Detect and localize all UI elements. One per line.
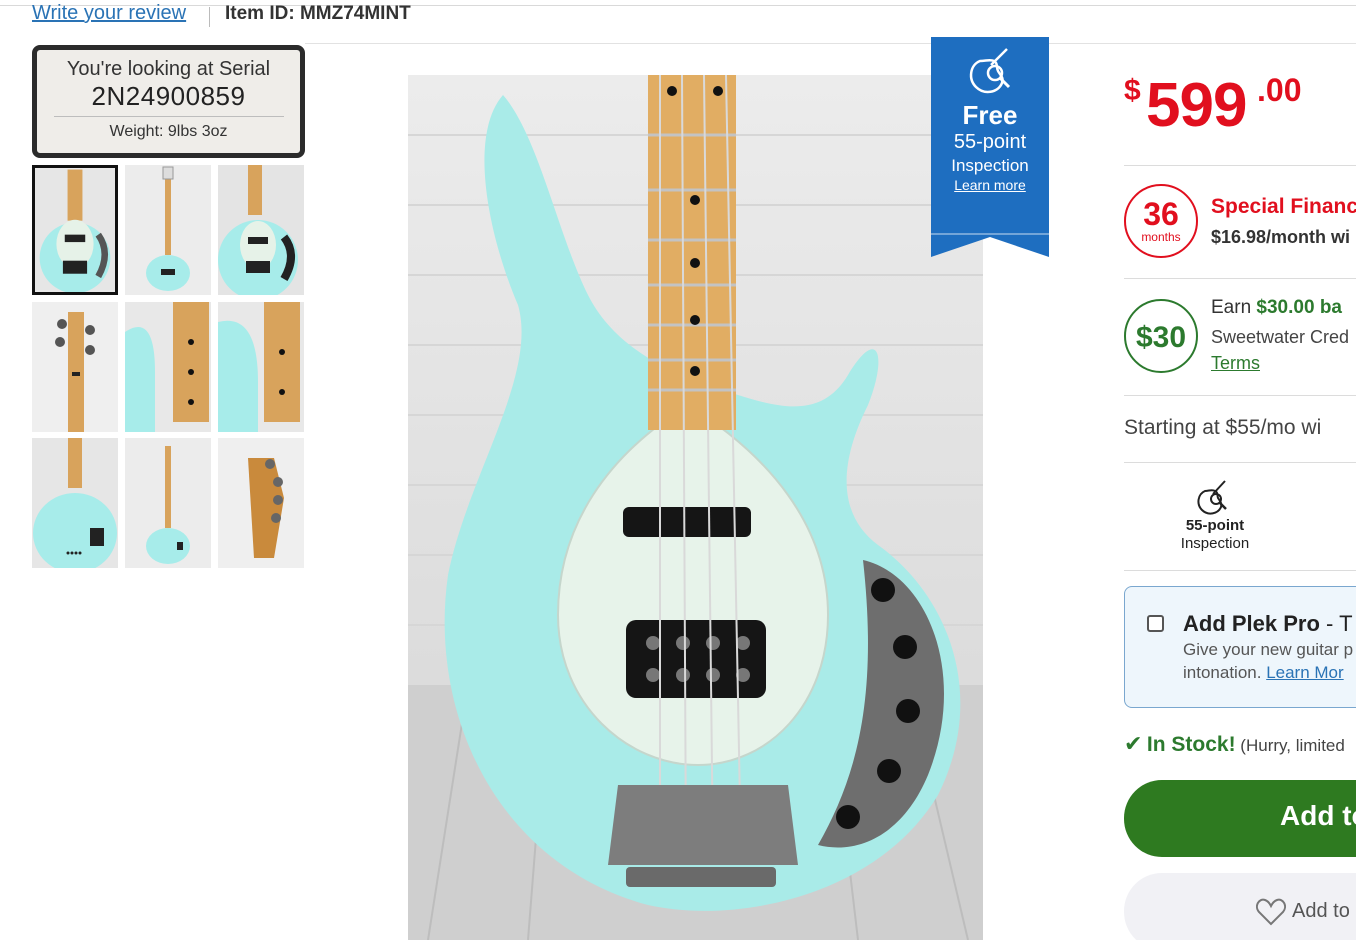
bass-angled-thumb-image [218, 165, 304, 295]
ribbon-line2: 55-point [953, 131, 1027, 153]
back-body-thumb-image [32, 438, 118, 568]
plek-pro-description-2: intonation. Learn Mor [1183, 663, 1344, 683]
cashback-badge: $30 [1124, 299, 1198, 373]
plek-pro-desc-prefix: intonation. [1183, 663, 1267, 682]
check-icon: ✔ [1124, 731, 1143, 756]
thumbnail-8[interactable] [125, 438, 211, 568]
ribbon-line3: Inspection [951, 156, 1029, 175]
cashback-earn-prefix: Earn [1211, 297, 1257, 318]
thumbnail-1[interactable] [32, 165, 118, 295]
plek-pro-learn-more-link[interactable]: Learn Mor [1266, 663, 1343, 682]
main-product-image[interactable] [408, 75, 983, 940]
add-to-wishlist-button[interactable]: Add to [1124, 873, 1356, 940]
serial-divider [53, 116, 284, 117]
thumbnail-5[interactable] [125, 302, 211, 432]
headstock-back-thumb-image [218, 438, 304, 568]
stock-status: ✔ In Stock! (Hurry, limited [1124, 731, 1345, 757]
guitar-magnifier-icon [1197, 480, 1227, 515]
thumbnail-6[interactable] [218, 302, 304, 432]
inspection-bold: 55-point [1185, 517, 1245, 534]
thumbnail-9[interactable] [218, 438, 304, 568]
cashback-earn: Earn $30.00 ba [1211, 297, 1342, 319]
price-whole: 599 [1146, 71, 1247, 140]
financing-monthly: $16.98/month wi [1211, 227, 1351, 247]
guitar-magnifier-icon [969, 48, 1011, 94]
bass-body-thumb-image [35, 169, 115, 292]
serial-heading: You're looking at Serial [66, 58, 271, 80]
plek-pro-title-rest: - T [1319, 611, 1353, 636]
plek-pro-option[interactable]: Add Plek Pro - T Give your new guitar p … [1124, 586, 1356, 708]
financing-months: 36 [1143, 196, 1179, 232]
neck-thumb-image [125, 302, 211, 432]
separator [209, 7, 210, 27]
plek-pro-title-main: Add Plek Pro [1183, 611, 1320, 636]
stock-label: In Stock! [1146, 733, 1236, 756]
plek-pro-checkbox[interactable] [1147, 615, 1164, 632]
divider [1124, 395, 1356, 396]
financing-months-label: months [1141, 230, 1181, 244]
cashback-earn-amount: $30.00 ba [1256, 297, 1342, 318]
financing-title[interactable]: Special Financin [1211, 195, 1356, 219]
thumbnail-4[interactable] [32, 302, 118, 432]
add-to-wishlist-label: Add to [1292, 900, 1350, 922]
ribbon-title: Free [962, 100, 1018, 130]
add-to-cart-button[interactable]: Add to [1124, 780, 1356, 857]
headstock-thumb-image [32, 302, 118, 432]
serial-box: You're looking at Serial 2N24900859 Weig… [32, 45, 305, 158]
bass-full-thumb-image [125, 165, 211, 295]
thumbnail-2[interactable] [125, 165, 211, 295]
divider [1124, 165, 1356, 166]
price-symbol: $ [1124, 74, 1141, 107]
heart-icon [1256, 898, 1286, 926]
body-edge-thumb-image [218, 302, 304, 432]
inspection-text: Inspection [1180, 535, 1250, 552]
cashback-amount-badge: $30 [1135, 321, 1187, 354]
full-back-thumb-image [125, 438, 211, 568]
serial-number: 2N24900859 [91, 81, 246, 111]
cashback-terms-link[interactable]: Terms [1211, 353, 1260, 374]
bass-guitar-image [408, 75, 983, 940]
add-to-cart-label: Add to [1280, 800, 1356, 831]
purchase-panel: $ 599 .00 36 months Special Financin $16… [1122, 0, 1356, 940]
starting-at-financing[interactable]: Starting at $55/mo wi [1124, 416, 1321, 440]
cashback-card: Sweetwater Cred [1211, 327, 1350, 347]
write-review-link[interactable]: Write your review [32, 2, 186, 25]
stock-hint: (Hurry, limited [1235, 736, 1345, 755]
ribbon-learn-more-link[interactable]: Learn more [931, 177, 1049, 193]
divider [1124, 462, 1356, 463]
divider [1124, 570, 1356, 571]
inspection-ribbon: Free 55-point Inspection Learn more [931, 37, 1057, 257]
inspection-label: 55-point Inspection [1162, 517, 1268, 553]
thumbnail-7[interactable] [32, 438, 118, 568]
financing-badge: 36 months [1124, 184, 1198, 258]
item-id: Item ID: MMZ74MINT [225, 3, 411, 24]
serial-weight: Weight: 9lbs 3oz [109, 123, 228, 140]
divider [1124, 278, 1356, 279]
plek-pro-description: Give your new guitar p [1183, 640, 1354, 659]
plek-pro-title: Add Plek Pro - T [1183, 611, 1353, 637]
price-cents: .00 [1257, 72, 1302, 108]
thumbnail-3[interactable] [218, 165, 304, 295]
